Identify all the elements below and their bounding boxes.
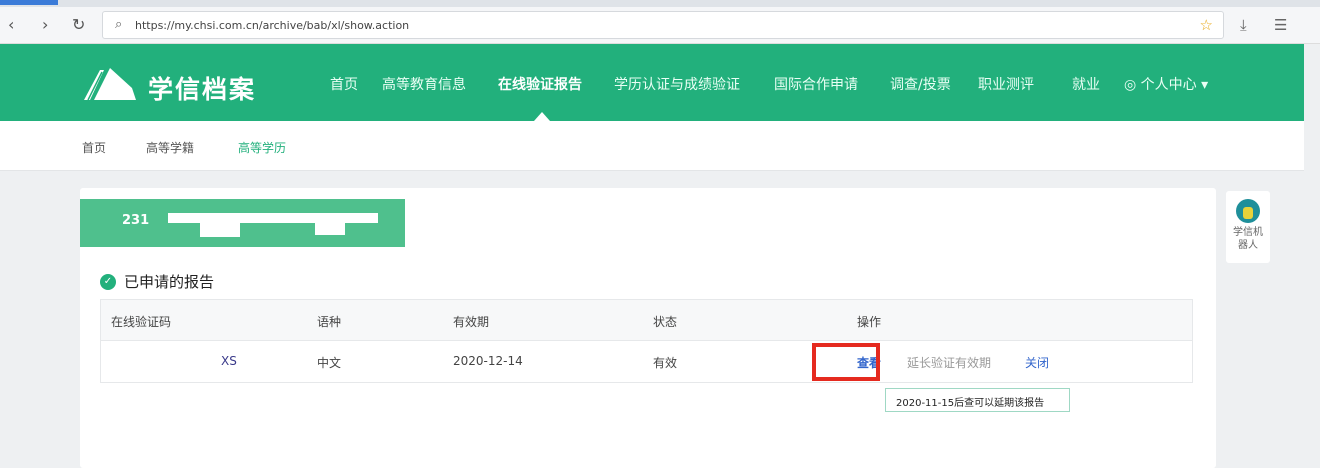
nav-online-verification[interactable]: 在线验证报告: [498, 74, 582, 94]
bookmark-star-icon[interactable]: ☆: [1200, 16, 1213, 34]
robot-label: 学信机器人: [1233, 227, 1263, 251]
nav-higher-education[interactable]: 高等教育信息: [382, 74, 466, 94]
download-icon[interactable]: ⤓: [1240, 16, 1247, 34]
highlight-box: [812, 343, 880, 381]
subnav-enrollment[interactable]: 高等学籍: [146, 139, 194, 156]
table-header: 在线验证码 语种 有效期 状态 操作: [101, 300, 1192, 341]
nav-jobs[interactable]: 就业: [1072, 74, 1100, 94]
robot-avatar-icon: [1236, 199, 1260, 223]
check-circle-icon: ✓: [100, 273, 116, 290]
nav-certification[interactable]: 学历认证与成绩验证: [614, 74, 740, 94]
nav-survey[interactable]: 调查/投票: [890, 74, 951, 94]
redaction: [200, 219, 240, 237]
nav-career[interactable]: 职业测评: [978, 74, 1034, 94]
address-bar[interactable]: ⌕ https://my.chsi.com.cn/archive/bab/xl/…: [102, 11, 1224, 39]
header-code: 在线验证码: [111, 315, 172, 329]
tooltip: 2020-11-15后查可以延期该报告: [885, 388, 1070, 412]
nav-user-center[interactable]: ◎ 个人中心 ▾: [1124, 74, 1208, 94]
extend-validity-button[interactable]: 延长验证有效期: [907, 354, 991, 371]
robot-assistant[interactable]: 学信机器人: [1226, 191, 1270, 263]
header-status: 状态: [653, 315, 678, 329]
browser-toolbar: ‹ › ↻ ⌕ https://my.chsi.com.cn/archive/b…: [0, 7, 1320, 44]
back-icon[interactable]: ‹: [8, 15, 14, 34]
cell-code: XS: [221, 354, 237, 368]
menu-icon[interactable]: ☰: [1274, 16, 1287, 34]
header-actions: 操作: [857, 315, 882, 329]
banner-name-prefix: 231: [122, 213, 150, 228]
user-icon: ◎: [1124, 77, 1137, 93]
site-header: 学信档案 首页 高等教育信息 在线验证报告 学历认证与成绩验证 国际合作申请 调…: [0, 44, 1304, 121]
section-heading: ✓ 已申请的报告: [100, 271, 214, 292]
reports-table: 在线验证码 语种 有效期 状态 操作 XS 中文 2020-12-14 有效 查…: [100, 299, 1193, 383]
cell-status: 有效: [653, 356, 678, 370]
header-language: 语种: [317, 315, 342, 329]
url-text[interactable]: https://my.chsi.com.cn/archive/bab/xl/sh…: [135, 19, 409, 32]
cell-language: 中文: [317, 356, 342, 370]
nav-home[interactable]: 首页: [330, 74, 358, 94]
browser-tab-strip[interactable]: [0, 0, 1320, 7]
close-button[interactable]: 关闭: [1025, 354, 1049, 371]
redaction: [315, 219, 345, 235]
logo-icon: [84, 68, 136, 101]
student-banner: 231: [80, 199, 405, 247]
nav-international[interactable]: 国际合作申请: [774, 74, 858, 94]
subnav-home[interactable]: 首页: [82, 139, 106, 156]
forward-icon[interactable]: ›: [42, 15, 48, 34]
active-tab[interactable]: [0, 0, 58, 5]
report-card: 231 ✓ 已申请的报告 在线验证码 语种 有效期 状态 操作 XS 中文 20…: [80, 188, 1216, 468]
dropdown-icon: ▾: [1201, 77, 1209, 93]
search-icon: ⌕: [115, 17, 123, 32]
brand-name: 学信档案: [148, 75, 257, 104]
active-nav-caret: [534, 112, 550, 121]
cell-expiry: 2020-12-14: [453, 354, 523, 368]
section-title: 已申请的报告: [124, 273, 215, 291]
user-center-label: 个人中心: [1140, 77, 1197, 93]
subnav-degree[interactable]: 高等学历: [238, 139, 286, 156]
reload-icon[interactable]: ↻: [72, 15, 85, 34]
sub-navigation: 首页 高等学籍 高等学历: [0, 121, 1304, 171]
header-expiry: 有效期: [453, 315, 490, 329]
table-row: XS 中文 2020-12-14 有效 查看 延长验证有效期 关闭: [101, 341, 1192, 382]
